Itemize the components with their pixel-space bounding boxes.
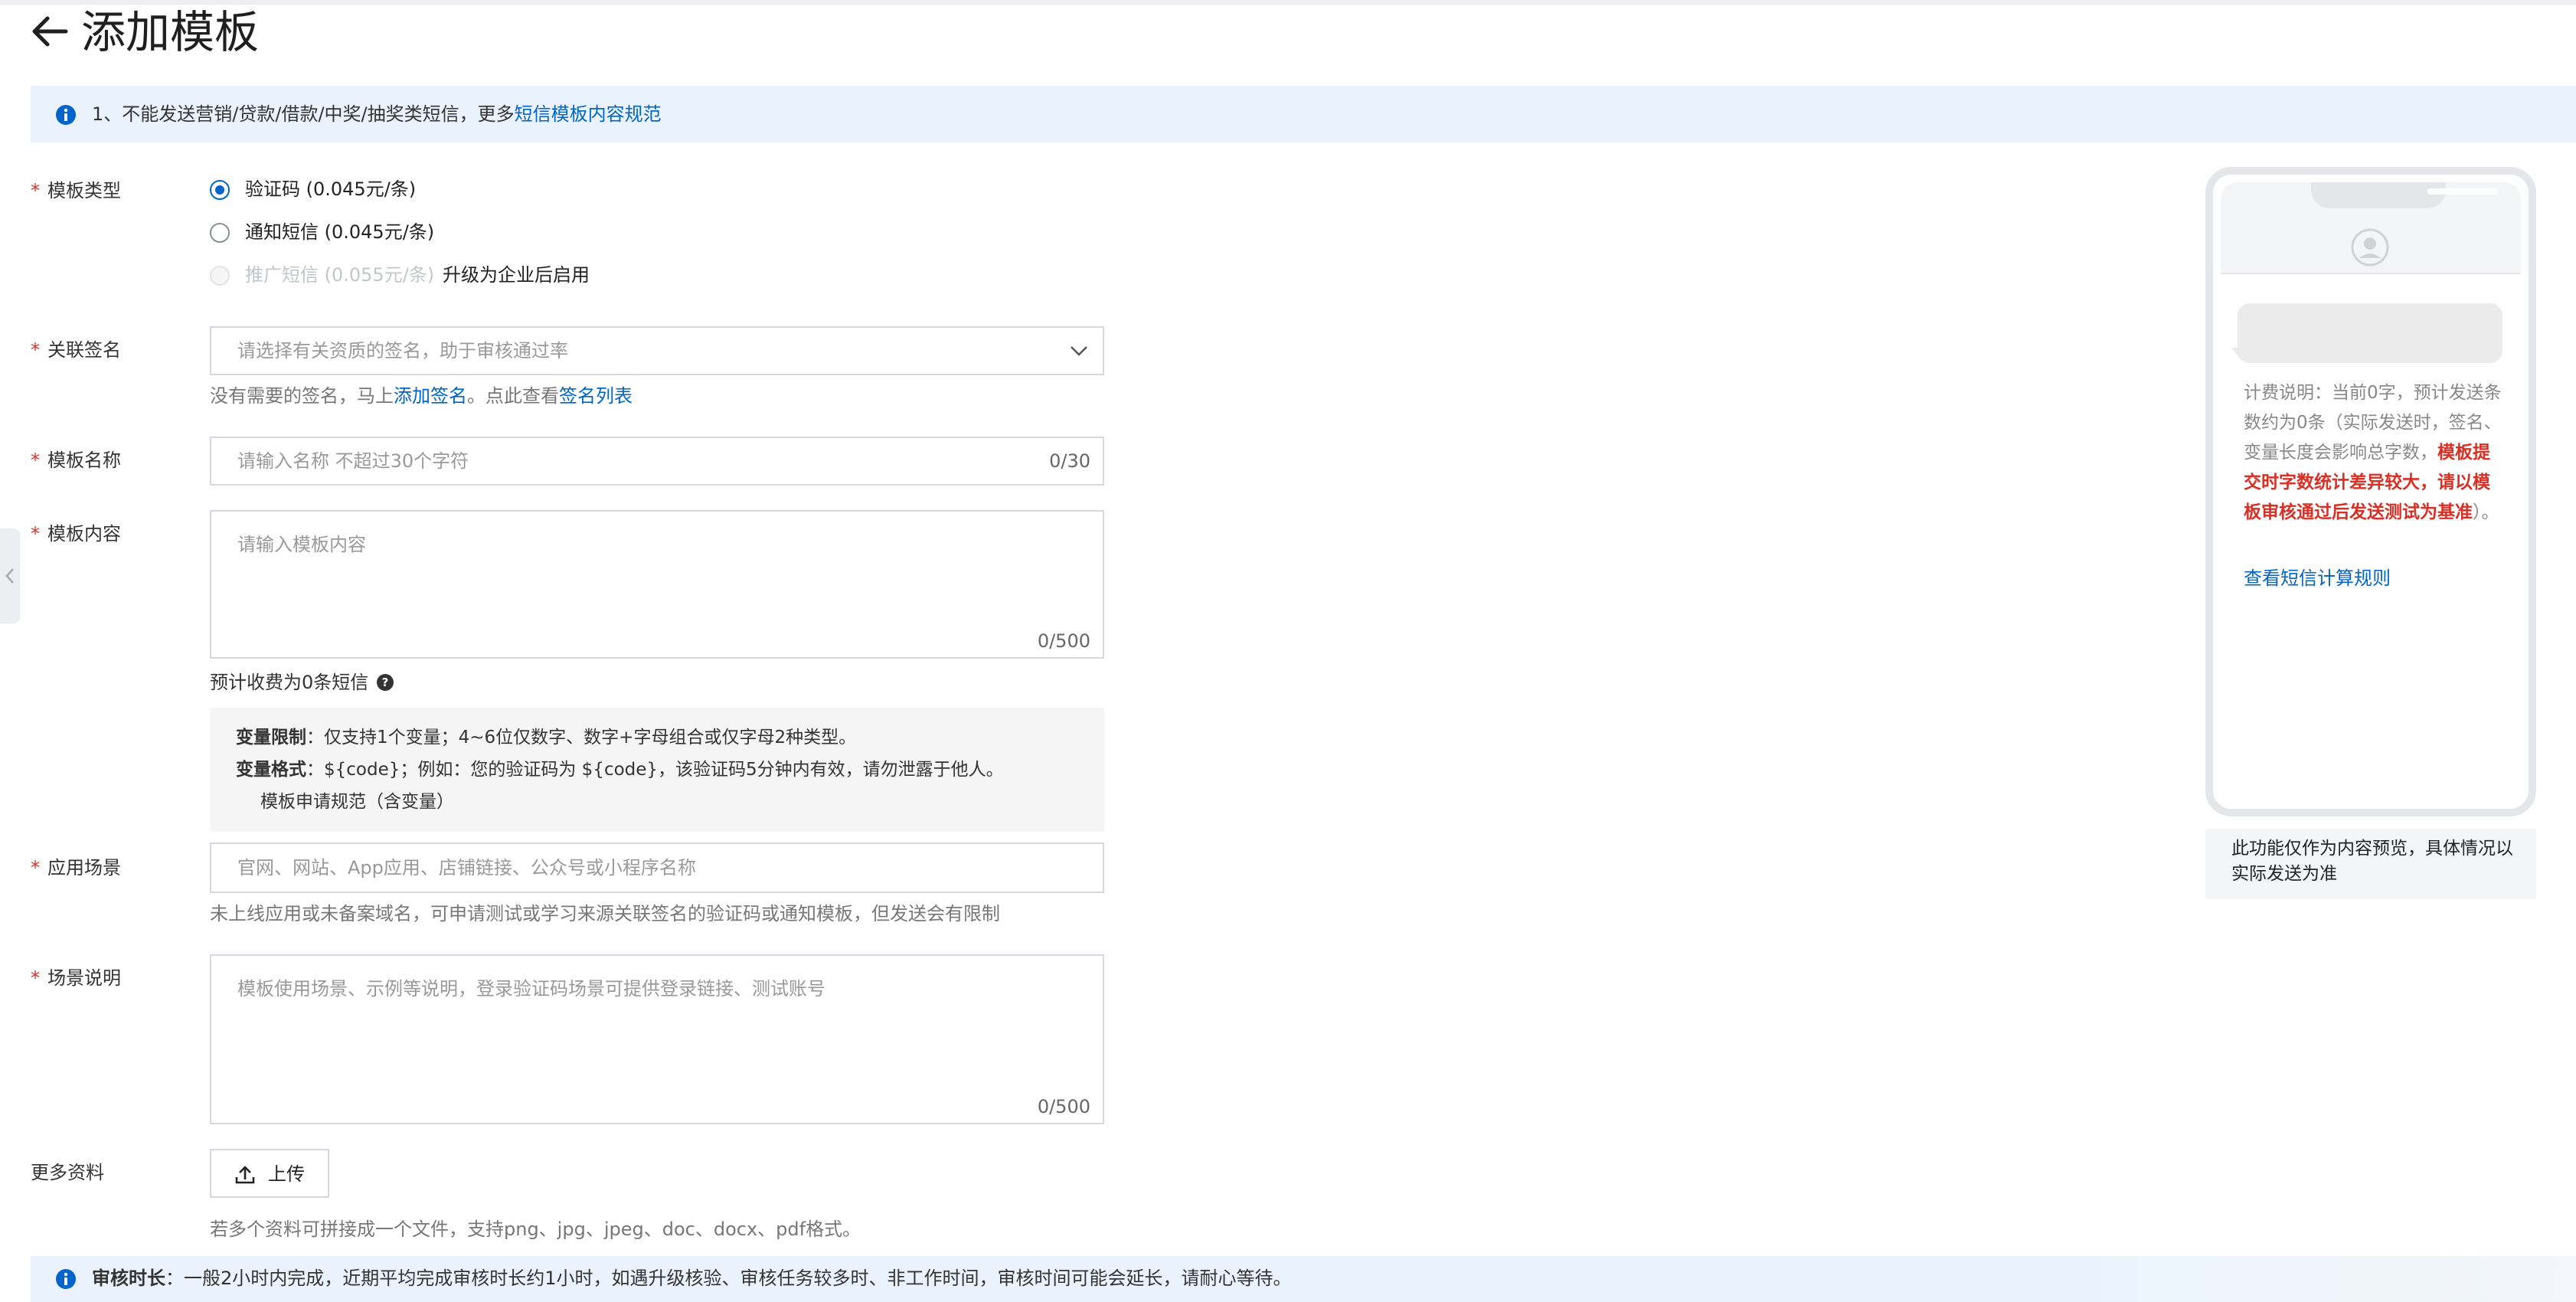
preview-note-text: 此功能仅作为内容预览，具体情况以实际发送为准 (2231, 839, 2513, 884)
sms-rule-link[interactable]: 查看短信计算规则 (2244, 565, 2391, 591)
radio-verification-code-label[interactable]: 验证码 (0.045元/条) (245, 176, 416, 202)
radio-promotion-label: 推广短信 (0.055元/条) (245, 264, 435, 286)
name-label: * 模板名称 (31, 450, 121, 471)
chevron-down-icon (1071, 346, 1087, 356)
radio-promotion (210, 266, 230, 286)
speaker-bar (2427, 188, 2498, 195)
fee-estimate: 预计收费为0条短信 ? (210, 669, 394, 695)
more-info-label: 更多资料 (31, 1162, 104, 1183)
template-content-textarea[interactable]: 请输入模板内容 0/500 (210, 510, 1104, 659)
phone-preview: 计费说明：当前0字，预计发送条数约为0条（实际发送时，签名、变量长度会影响总字数… (2205, 167, 2536, 816)
phone-notch (2311, 182, 2498, 208)
upload-button[interactable]: 上传 (210, 1149, 329, 1198)
back-arrow-icon[interactable] (29, 11, 70, 52)
signature-list-link[interactable]: 签名列表 (559, 385, 633, 407)
radio-verification-code[interactable] (210, 180, 230, 200)
variable-limit: 变量限制：仅支持1个变量；4~6位仅数字、数字+字母组合或仅字母2种类型。 (236, 728, 857, 748)
name-placeholder: 请输入名称 不超过30个字符 (237, 450, 469, 472)
notice-bar: 1、不能发送营销/贷款/借款/中奖/抽奖类短信，更多短信模板内容规范 (31, 86, 2576, 142)
content-counter: 0/500 (1037, 630, 1090, 652)
variable-format: 变量格式：${code}；例如：您的验证码为 ${code}，该验证码5分钟内有… (236, 760, 1004, 780)
upgrade-hint: 升级为企业后启用 (443, 264, 590, 286)
chevron-left-icon (5, 568, 14, 584)
radio-notification[interactable] (210, 223, 230, 243)
phone-header (2221, 182, 2521, 274)
content-label: * 模板内容 (31, 523, 121, 545)
template-name-input[interactable]: 请输入名称 不超过30个字符 0/30 (210, 437, 1104, 486)
template-rule-link[interactable]: 模板申请规范（含变量） (260, 789, 454, 815)
scene-desc-textarea[interactable]: 模板使用场景、示例等说明，登录验证码场景可提供登录链接、测试账号 0/500 (210, 954, 1104, 1124)
radio-notification-label[interactable]: 通知短信 (0.045元/条) (245, 219, 434, 245)
scene-desc-label: * 场景说明 (31, 967, 121, 989)
signature-placeholder: 请选择有关资质的签名，助于审核通过率 (237, 340, 568, 361)
fee-description: 计费说明：当前0字，预计发送条数约为0条（实际发送时，签名、变量长度会影响总字数… (2244, 383, 2502, 522)
info-icon (56, 105, 76, 125)
upload-helper: 若多个资料可拼接成一个文件，支持png、jpg、jpeg、doc、docx、pd… (210, 1219, 861, 1240)
add-signature-link[interactable]: 添加签名 (394, 385, 467, 407)
avatar-icon (2351, 228, 2389, 267)
page-title: 添加模板 (81, 6, 260, 58)
template-type-label: * 模板类型 (31, 180, 121, 201)
review-time-bar: 审核时长：一般2小时内完成，近期平均完成审核时长约1小时，如遇升级核验、审核任务… (31, 1256, 2576, 1302)
side-collapse-tab[interactable] (0, 528, 20, 623)
upload-label: 上传 (268, 1163, 305, 1185)
scene-placeholder: 官网、网站、App应用、店铺链接、公众号或小程序名称 (237, 857, 696, 878)
top-border (0, 0, 2576, 5)
scene-desc-counter: 0/500 (1037, 1096, 1090, 1117)
signature-select[interactable]: 请选择有关资质的签名，助于审核通过率 (210, 326, 1104, 375)
scene-input[interactable]: 官网、网站、App应用、店铺链接、公众号或小程序名称 (210, 842, 1104, 893)
variable-rules-box: 变量限制：仅支持1个变量；4~6位仅数字、数字+字母组合或仅字母2种类型。 变量… (210, 708, 1104, 832)
name-counter: 0/30 (1049, 450, 1090, 472)
help-icon[interactable]: ? (376, 673, 394, 692)
signature-helper: 没有需要的签名，马上添加签名。点此查看签名列表 (210, 385, 633, 407)
preview-note: 此功能仅作为内容预览，具体情况以实际发送为准 (2205, 829, 2536, 899)
scene-desc-placeholder: 模板使用场景、示例等说明，登录验证码场景可提供登录链接、测试账号 (237, 978, 825, 999)
signature-label: * 关联签名 (31, 339, 121, 361)
upload-icon (235, 1166, 255, 1184)
info-icon (56, 1269, 76, 1289)
message-bubble (2238, 303, 2502, 363)
review-time-text: 审核时长：一般2小时内完成，近期平均完成审核时长约1小时，如遇升级核验、审核任务… (92, 1268, 1292, 1289)
svg-text:?: ? (382, 676, 389, 689)
notice-text: 1、不能发送营销/贷款/借款/中奖/抽奖类短信，更多短信模板内容规范 (92, 103, 662, 125)
scene-label: * 应用场景 (31, 857, 121, 878)
content-placeholder: 请输入模板内容 (237, 534, 366, 555)
bubble-tail (2231, 348, 2242, 361)
content-rule-link[interactable]: 短信模板内容规范 (515, 103, 662, 125)
scene-helper: 未上线应用或未备案域名，可申请测试或学习来源关联签名的验证码或通知模板，但发送会… (210, 903, 1000, 924)
